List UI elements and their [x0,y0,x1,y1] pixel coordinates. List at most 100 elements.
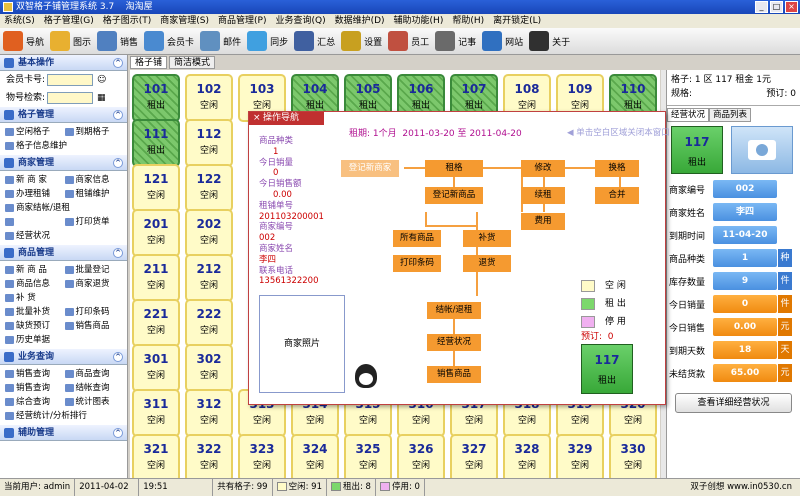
menu-item[interactable]: 辅助功能(H) [394,14,444,28]
toolbar-sync-button[interactable]: 同步 [244,28,291,54]
return-goods-node[interactable]: 退货 [463,255,511,272]
keypad-icon[interactable]: ▦ [97,89,106,107]
member-card-input[interactable] [47,74,94,86]
grid-cell[interactable]: 201 空闲 [132,209,180,257]
sidebar-item[interactable]: 商家结帐/退租 [4,201,123,215]
chevron-up-icon[interactable]: ^ [113,58,123,68]
grid-cell[interactable]: 330 空闲 [609,434,657,478]
toolbar-register-button[interactable]: 销售 [94,28,141,54]
grid-cell[interactable]: 321 空闲 [132,434,180,478]
menu-item[interactable]: 商家管理(S) [160,14,209,28]
register-goods-node[interactable]: 登记新商品 [425,187,483,204]
sidebar-item[interactable]: 销售查询 [4,367,64,381]
section-2[interactable]: 商品管理 ^ [0,245,127,261]
grid-cell[interactable]: 301 空闲 [132,344,180,392]
sidebar-item[interactable]: 综合查询 [4,395,64,409]
section-0[interactable]: 格子管理 ^ [0,107,127,123]
toolbar-members-button[interactable]: 会员卡 [141,28,197,54]
tab-grid[interactable]: 格子铺 [130,56,168,69]
grid-cell[interactable]: 111 租出 [132,119,180,167]
tab-simple[interactable]: 简洁模式 [169,56,216,69]
section-4[interactable]: 辅助管理 ^ [0,425,127,441]
register-merchant-node[interactable]: 登记新商家 [341,160,399,177]
print-barcode-node[interactable]: 打印条码 [393,255,441,272]
sidebar-item[interactable]: 新 商 品 [4,263,64,277]
merchant-photo[interactable]: 商家照片 [259,295,345,393]
grid-cell[interactable]: 102 空闲 [185,74,233,122]
sidebar-item[interactable] [4,215,64,229]
fee-node[interactable]: 费用 [521,213,565,230]
selected-cell[interactable]: 117 租出 [671,126,723,174]
chevron-up-icon[interactable]: ^ [113,248,123,258]
sell-goods-node[interactable]: 销售商品 [427,366,481,383]
modify-node[interactable]: 修改 [521,160,565,177]
smiley-icon[interactable]: ☺ [97,71,106,89]
menu-item[interactable]: 系统(S) [4,14,35,28]
sidebar-item[interactable]: 商品查询 [64,367,124,381]
rent-node[interactable]: 租格 [425,160,483,177]
chevron-up-icon[interactable]: ^ [113,158,123,168]
tab-goods-list[interactable]: 商品列表 [709,108,752,122]
close-button[interactable]: × [785,1,798,13]
sidebar-item[interactable]: 销售商品 [64,319,124,333]
sidebar-item[interactable]: 统计图表 [64,395,124,409]
toolbar-notes-button[interactable]: 记事 [432,28,479,54]
dialog-cell[interactable]: 117 租出 [581,344,633,394]
sidebar-item[interactable]: 新 商 家 [4,173,64,187]
toolbar-mail-button[interactable]: 邮件 [197,28,244,54]
chevron-up-icon[interactable]: ^ [113,352,123,362]
grid-cell[interactable]: 328 空闲 [503,434,551,478]
sidebar-item[interactable]: 批量补货 [4,305,64,319]
menu-item[interactable]: 数据维护(D) [335,14,385,28]
grid-cell[interactable]: 212 空闲 [185,254,233,302]
chevron-up-icon[interactable]: ^ [113,110,123,120]
grid-cell[interactable]: 302 空闲 [185,344,233,392]
sidebar-item[interactable]: 销售查询 [4,381,64,395]
business-status-node[interactable]: 经营状况 [427,334,481,351]
chevron-up-icon[interactable]: ^ [113,428,123,438]
menu-item[interactable]: 业务查询(Q) [275,14,325,28]
grid-cell[interactable]: 322 空闲 [185,434,233,478]
menu-item[interactable]: 格子图示(T) [103,14,152,28]
sidebar-item[interactable]: 商家信息 [64,173,124,187]
menu-item[interactable]: 格子管理(G) [44,14,94,28]
camera-button[interactable] [731,126,793,174]
grid-cell[interactable]: 112 空闲 [185,119,233,167]
grid-cell[interactable]: 221 空闲 [132,299,180,347]
sidebar-item[interactable]: 经营状况 [4,229,64,243]
qq-penguin-icon[interactable] [355,364,377,388]
sidebar-item[interactable]: 历史单据 [4,333,64,347]
grid-cell[interactable]: 329 空闲 [556,434,604,478]
minimize-button[interactable]: _ [755,1,768,13]
sidebar-item[interactable]: 办理租铺 [4,187,64,201]
menu-item[interactable]: 商品管理(P) [218,14,266,28]
toolbar-settings-button[interactable]: 设置 [338,28,385,54]
renew-node[interactable]: 续租 [521,187,565,204]
grid-cell[interactable]: 324 空闲 [291,434,339,478]
toolbar-grid-button[interactable]: 图示 [47,28,94,54]
goods-search-input[interactable] [47,92,94,104]
toolbar-home-button[interactable]: 导航 [0,28,47,54]
grid-cell[interactable]: 327 空闲 [450,434,498,478]
maximize-button[interactable]: □ [770,1,783,13]
sidebar-item[interactable]: 商家退货 [64,277,124,291]
grid-cell[interactable]: 122 空闲 [185,164,233,212]
section-3[interactable]: 业务查询 ^ [0,349,127,365]
menu-item[interactable]: 离开锁定(L) [493,14,541,28]
sidebar-item[interactable]: 经营统计/分析排行 [4,409,123,423]
sidebar-item[interactable]: 到期格子 [64,125,124,139]
settle-node[interactable]: 结帐/退租 [427,302,481,319]
all-goods-node[interactable]: 所有商品 [393,230,441,247]
grid-cell[interactable]: 101 租出 [132,74,180,122]
sidebar-item[interactable]: 租铺维护 [64,187,124,201]
section-1[interactable]: 商家管理 ^ [0,155,127,171]
sidebar-item[interactable]: 格子信息维护 [4,139,123,153]
toolbar-staff-button[interactable]: 员工 [385,28,432,54]
grid-cell[interactable]: 121 空闲 [132,164,180,212]
grid-cell[interactable]: 222 空闲 [185,299,233,347]
grid-cell[interactable]: 311 空闲 [132,389,180,437]
sidebar-item[interactable]: 商品信息 [4,277,64,291]
grid-cell[interactable]: 211 空闲 [132,254,180,302]
section-basic[interactable]: 基本操作 ^ [0,55,127,71]
grid-cell[interactable]: 325 空闲 [344,434,392,478]
